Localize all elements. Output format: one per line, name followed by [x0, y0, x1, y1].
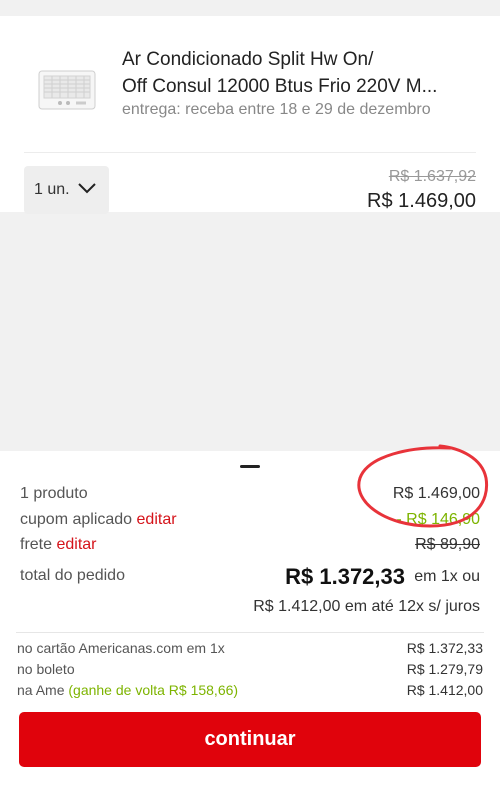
payment-ame-row: na Ame (ganhe de volta R$ 158,66) — [17, 682, 238, 698]
quantity-value: 1 un. — [34, 181, 70, 198]
coupon-row: cupom aplicado editar — [20, 511, 177, 529]
ame-cashback-text: (ganhe de volta R$ 158,66) — [68, 682, 239, 698]
payment-boleto-label: no boleto — [17, 661, 75, 677]
continue-button[interactable]: continuar — [19, 712, 481, 767]
payment-card-value: R$ 1.372,33 — [406, 640, 483, 656]
order-total-value: R$ 1.372,33 — [285, 564, 405, 589]
payment-boleto-value: R$ 1.279,79 — [406, 661, 483, 677]
installments-info: R$ 1.412,00 em até 12x s/ juros — [253, 598, 480, 615]
products-count-label: 1 produto — [20, 485, 88, 502]
order-summary-sheet: 1 produto R$ 1.469,00 cupom aplicado edi… — [0, 451, 500, 786]
original-price: R$ 1.637,92 — [388, 168, 476, 185]
divider — [16, 632, 484, 633]
current-price: R$ 1.469,00 — [367, 190, 476, 212]
coupon-label: cupom aplicado — [20, 511, 133, 528]
air-conditioner-icon — [38, 70, 96, 110]
shipping-label: frete — [20, 536, 53, 553]
shipping-value: R$ 89,90 — [415, 536, 480, 553]
order-total-label: total do pedido — [20, 567, 125, 584]
product-title[interactable]: Ar Condicionado Split Hw On/ Off Consul … — [122, 46, 462, 100]
products-value: R$ 1.469,00 — [392, 485, 480, 502]
coupon-discount-value: - R$ 146,90 — [396, 511, 480, 528]
divider — [24, 152, 476, 153]
coupon-edit-link[interactable]: editar — [137, 511, 177, 528]
payment-ame-value: R$ 1.412,00 — [406, 682, 483, 698]
shipping-edit-link[interactable]: editar — [56, 536, 96, 553]
product-title-line1[interactable]: Ar Condicionado Split Hw On/ — [122, 46, 462, 73]
product-title-line2[interactable]: Off Consul 12000 Btus Frio 220V M... — [122, 73, 462, 100]
order-total-suffix: em 1x ou — [414, 568, 480, 585]
chevron-down-icon — [78, 183, 96, 194]
payment-ame-label: na Ame — [17, 682, 65, 698]
top-strip — [0, 0, 500, 16]
product-card: Ar Condicionado Split Hw On/ Off Consul … — [0, 16, 500, 214]
delivery-estimate: entrega: receba entre 18 e 29 de dezembr… — [122, 101, 431, 118]
payment-card-label: no cartão Americanas.com em 1x — [17, 640, 225, 656]
quantity-select[interactable]: 1 un. — [24, 166, 109, 214]
shipping-row: frete editar — [20, 536, 97, 554]
drag-handle[interactable] — [240, 465, 260, 468]
